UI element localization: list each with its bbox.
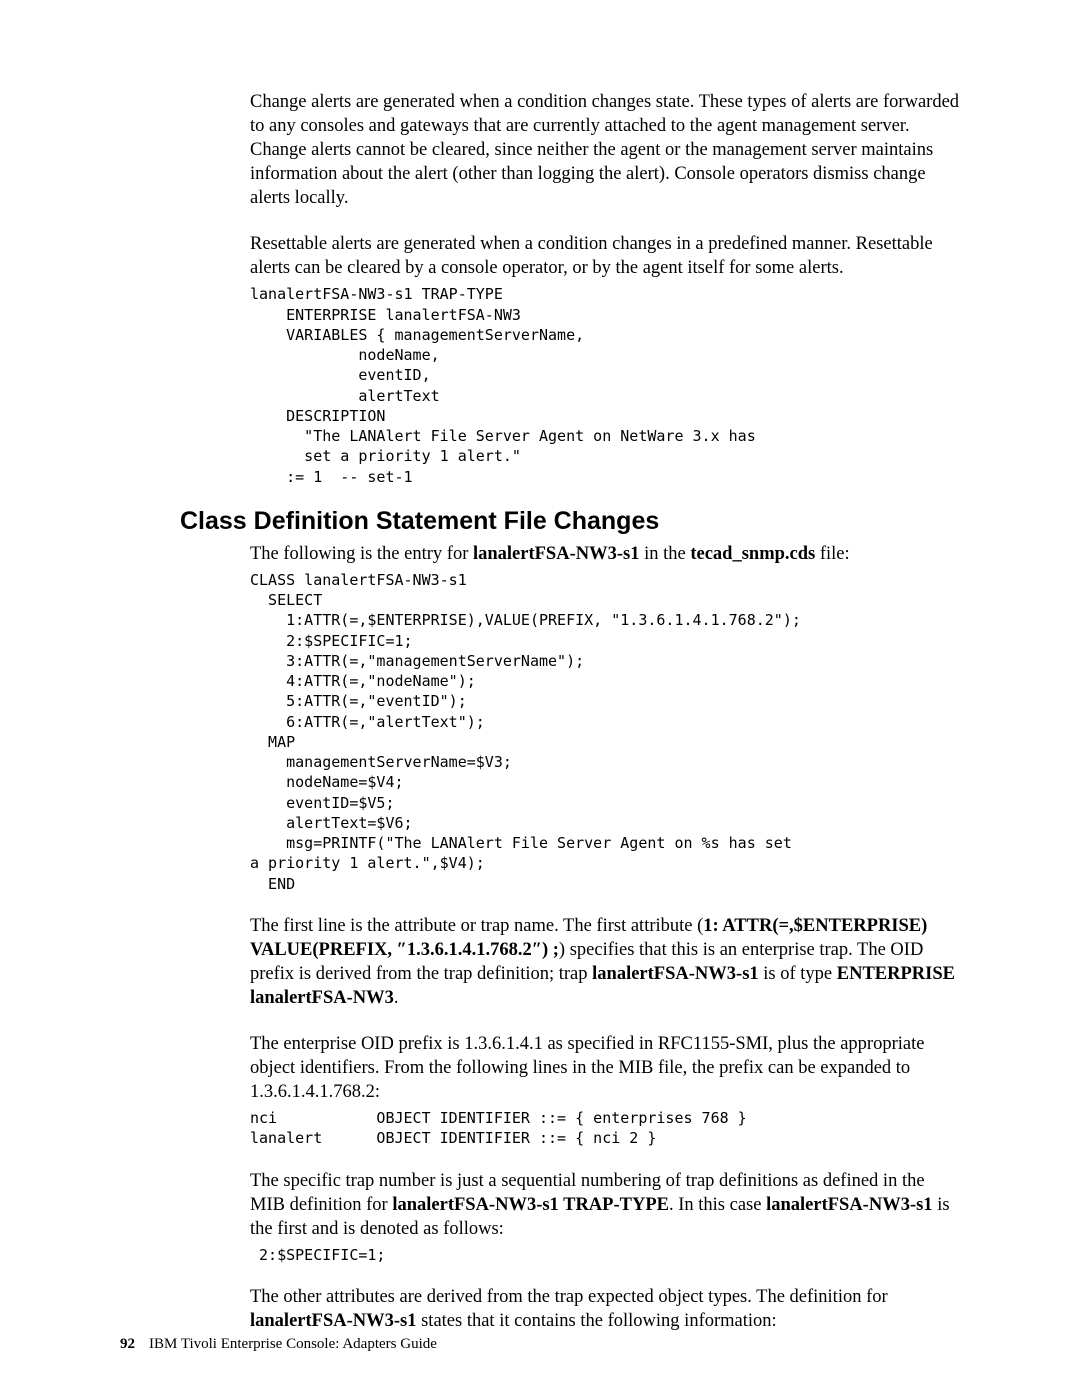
- intro-pre: The following is the entry for: [250, 544, 473, 564]
- paragraph-first-line: The first line is the attribute or trap …: [250, 914, 960, 1104]
- code-specific: 2:$SPECIFIC=1;: [250, 1245, 960, 1265]
- code-object-identifiers: nci OBJECT IDENTIFIER ::= { enterprises …: [250, 1108, 960, 1149]
- paragraph-specific-trap: The specific trap number is just a seque…: [250, 1169, 960, 1241]
- page-footer: 92 IBM Tivoli Enterprise Console: Adapter…: [120, 1336, 437, 1353]
- paragraph-oid-prefix: The enterprise OID prefix is 1.3.6.1.4.1…: [250, 1032, 960, 1104]
- intro-post: file:: [815, 544, 849, 564]
- code-trap-type: lanalertFSA-NW3-s1 TRAP-TYPE ENTERPRISE …: [250, 284, 960, 487]
- intro-file-name: tecad_snmp.cds: [690, 544, 815, 564]
- code-class-def: CLASS lanalertFSA-NW3-s1 SELECT 1:ATTR(=…: [250, 570, 960, 894]
- intro-mid: in the: [639, 544, 690, 564]
- p6b: states that it contains the following in…: [416, 1311, 776, 1331]
- p5b: . In this case: [669, 1195, 766, 1215]
- paragraph-change-alerts: Change alerts are generated when a condi…: [250, 90, 960, 210]
- paragraph-other-attributes: The other attributes are derived from th…: [250, 1285, 960, 1333]
- body-column: Change alerts are generated when a condi…: [250, 90, 960, 280]
- heading-class-definition: Class Definition Statement File Changes: [180, 507, 960, 536]
- page: Change alerts are generated when a condi…: [0, 0, 1080, 1397]
- p3c: is of type: [759, 964, 837, 984]
- p3d: .: [394, 988, 399, 1008]
- intro-line: The following is the entry for lanalertF…: [250, 542, 960, 566]
- p5-trapname: lanalertFSA-NW3-s1: [766, 1195, 932, 1215]
- p6a: The other attributes are derived from th…: [250, 1287, 888, 1307]
- p3-trapname: lanalertFSA-NW3-s1: [592, 964, 758, 984]
- paragraph-resettable-alerts: Resettable alerts are generated when a c…: [250, 232, 960, 280]
- p3a: The first line is the attribute or trap …: [250, 916, 703, 936]
- p5-trap-type: lanalertFSA-NW3-s1 TRAP-TYPE: [392, 1195, 669, 1215]
- footer-title: IBM Tivoli Enterprise Console: Adapters …: [149, 1336, 437, 1352]
- page-number: 92: [120, 1336, 135, 1352]
- intro-trap-name: lanalertFSA-NW3-s1: [473, 544, 639, 564]
- p6-trapname: lanalertFSA-NW3-s1: [250, 1311, 416, 1331]
